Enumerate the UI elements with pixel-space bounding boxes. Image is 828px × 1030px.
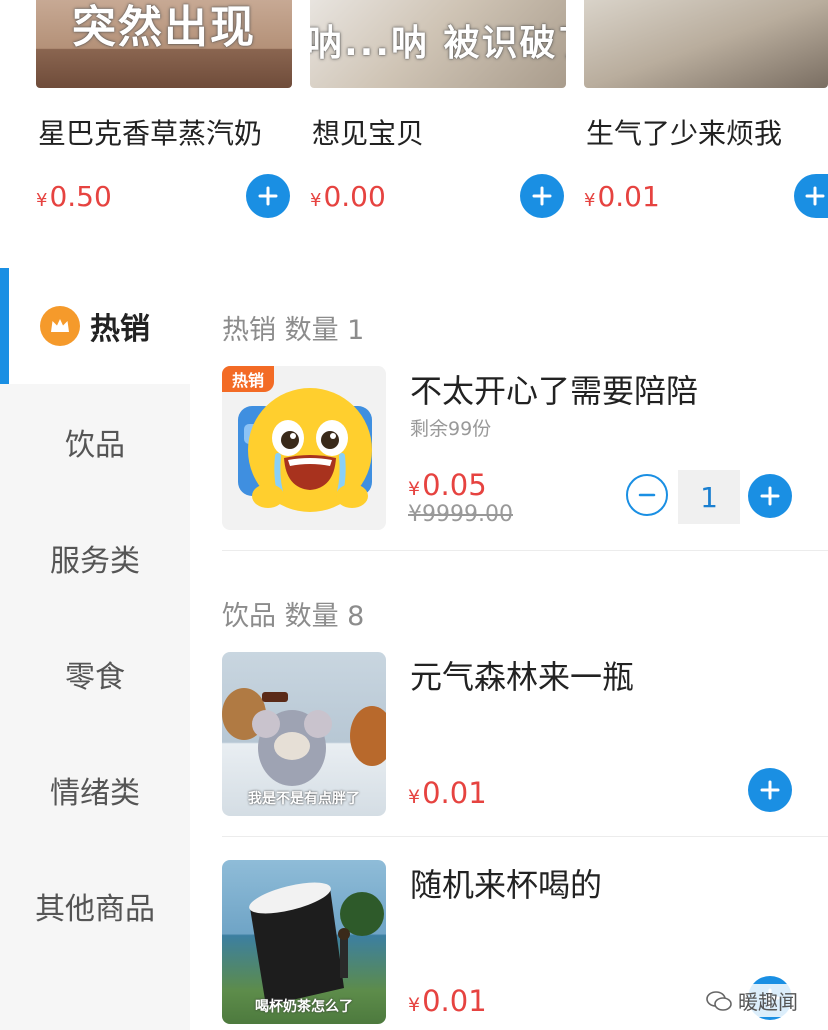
- watermark: 暖趣闻: [700, 984, 804, 1017]
- hot-tag: 热销: [222, 366, 275, 392]
- product-price: ¥0.01: [584, 180, 660, 213]
- product-image: [584, 0, 828, 88]
- product-name: 不太开心了需要陪陪: [410, 372, 699, 410]
- recommend-card[interactable]: 突然出现 星巴克香草蒸汽奶 ¥0.50: [36, 0, 292, 240]
- quantity-display: 1: [678, 470, 740, 524]
- plus-icon: [760, 780, 780, 800]
- add-to-cart-button[interactable]: [748, 474, 792, 518]
- product-name: 元气森林来一瓶: [410, 658, 635, 696]
- original-price: ¥9999.00: [408, 502, 513, 527]
- add-to-cart-button[interactable]: [246, 174, 290, 218]
- product-image: 呐...呐 被识破了: [310, 0, 566, 88]
- add-to-cart-button[interactable]: [748, 768, 792, 812]
- product-price: ¥0.01: [408, 984, 487, 1018]
- product-image: 突然出现: [36, 0, 292, 88]
- product-name: 生气了少来烦我: [586, 117, 783, 150]
- category-sidebar: 热销 饮品 服务类 零食 情绪类 其他商品: [0, 268, 190, 1030]
- product-price: ¥0.01: [408, 776, 487, 810]
- minus-icon: [638, 493, 656, 497]
- recommend-card[interactable]: 呐...呐 被识破了 想见宝贝 ¥0.00: [310, 0, 566, 240]
- recommend-strip: 突然出现 星巴克香草蒸汽奶 ¥0.50 呐...呐 被识破了 想见宝贝 ¥0.0…: [0, 0, 828, 250]
- watermark-text: 暖趣闻: [738, 990, 798, 1014]
- section-title: 饮品 数量 8: [222, 601, 365, 632]
- plus-icon: [760, 486, 780, 506]
- sidebar-item-others[interactable]: 其他商品: [0, 848, 190, 964]
- product-price: ¥0.50: [36, 180, 112, 213]
- section-title: 热销 数量 1: [222, 315, 365, 346]
- decrease-quantity-button[interactable]: [626, 474, 668, 516]
- image-caption: 突然出现: [72, 2, 256, 53]
- sidebar-item-hot[interactable]: 热销: [0, 268, 190, 384]
- product-price: ¥0.05: [408, 468, 487, 502]
- product-image: 我是不是有点胖了: [222, 652, 386, 816]
- sidebar-item-services[interactable]: 服务类: [0, 500, 190, 616]
- product-name: 星巴克香草蒸汽奶: [38, 117, 263, 150]
- plus-icon: [805, 186, 825, 206]
- product-name: 想见宝贝: [312, 117, 425, 150]
- divider: [222, 550, 828, 551]
- product-image: 热销: [222, 366, 386, 530]
- stock-remaining: 剩余99份: [410, 418, 492, 440]
- sidebar-item-snacks[interactable]: 零食: [0, 616, 190, 732]
- plus-icon: [532, 186, 552, 206]
- image-caption: 喝杯奶茶怎么了: [255, 999, 353, 1015]
- product-name: 随机来杯喝的: [410, 866, 603, 904]
- sidebar-item-label: 热销: [90, 312, 150, 347]
- plus-icon: [258, 186, 278, 206]
- sidebar-item-label: 零食: [65, 660, 125, 695]
- sidebar-item-drinks[interactable]: 饮品: [0, 384, 190, 500]
- recommend-card[interactable]: 生气了少来烦我 ¥0.01: [584, 0, 828, 240]
- crown-icon: [40, 306, 80, 346]
- image-caption: 我是不是有点胖了: [248, 791, 360, 807]
- product-image: 喝杯奶茶怎么了: [222, 860, 386, 1024]
- sidebar-item-label: 情绪类: [50, 776, 140, 811]
- add-to-cart-button[interactable]: [794, 174, 828, 218]
- image-caption: 呐...呐 被识破了: [310, 23, 566, 64]
- wechat-icon: [706, 990, 732, 1011]
- sidebar-item-label: 服务类: [50, 544, 140, 579]
- sidebar-item-label: 饮品: [65, 428, 125, 463]
- divider: [222, 836, 828, 837]
- add-to-cart-button[interactable]: [520, 174, 564, 218]
- product-price: ¥0.00: [310, 180, 386, 213]
- sidebar-item-label: 其他商品: [35, 892, 155, 927]
- sidebar-item-emotions[interactable]: 情绪类: [0, 732, 190, 848]
